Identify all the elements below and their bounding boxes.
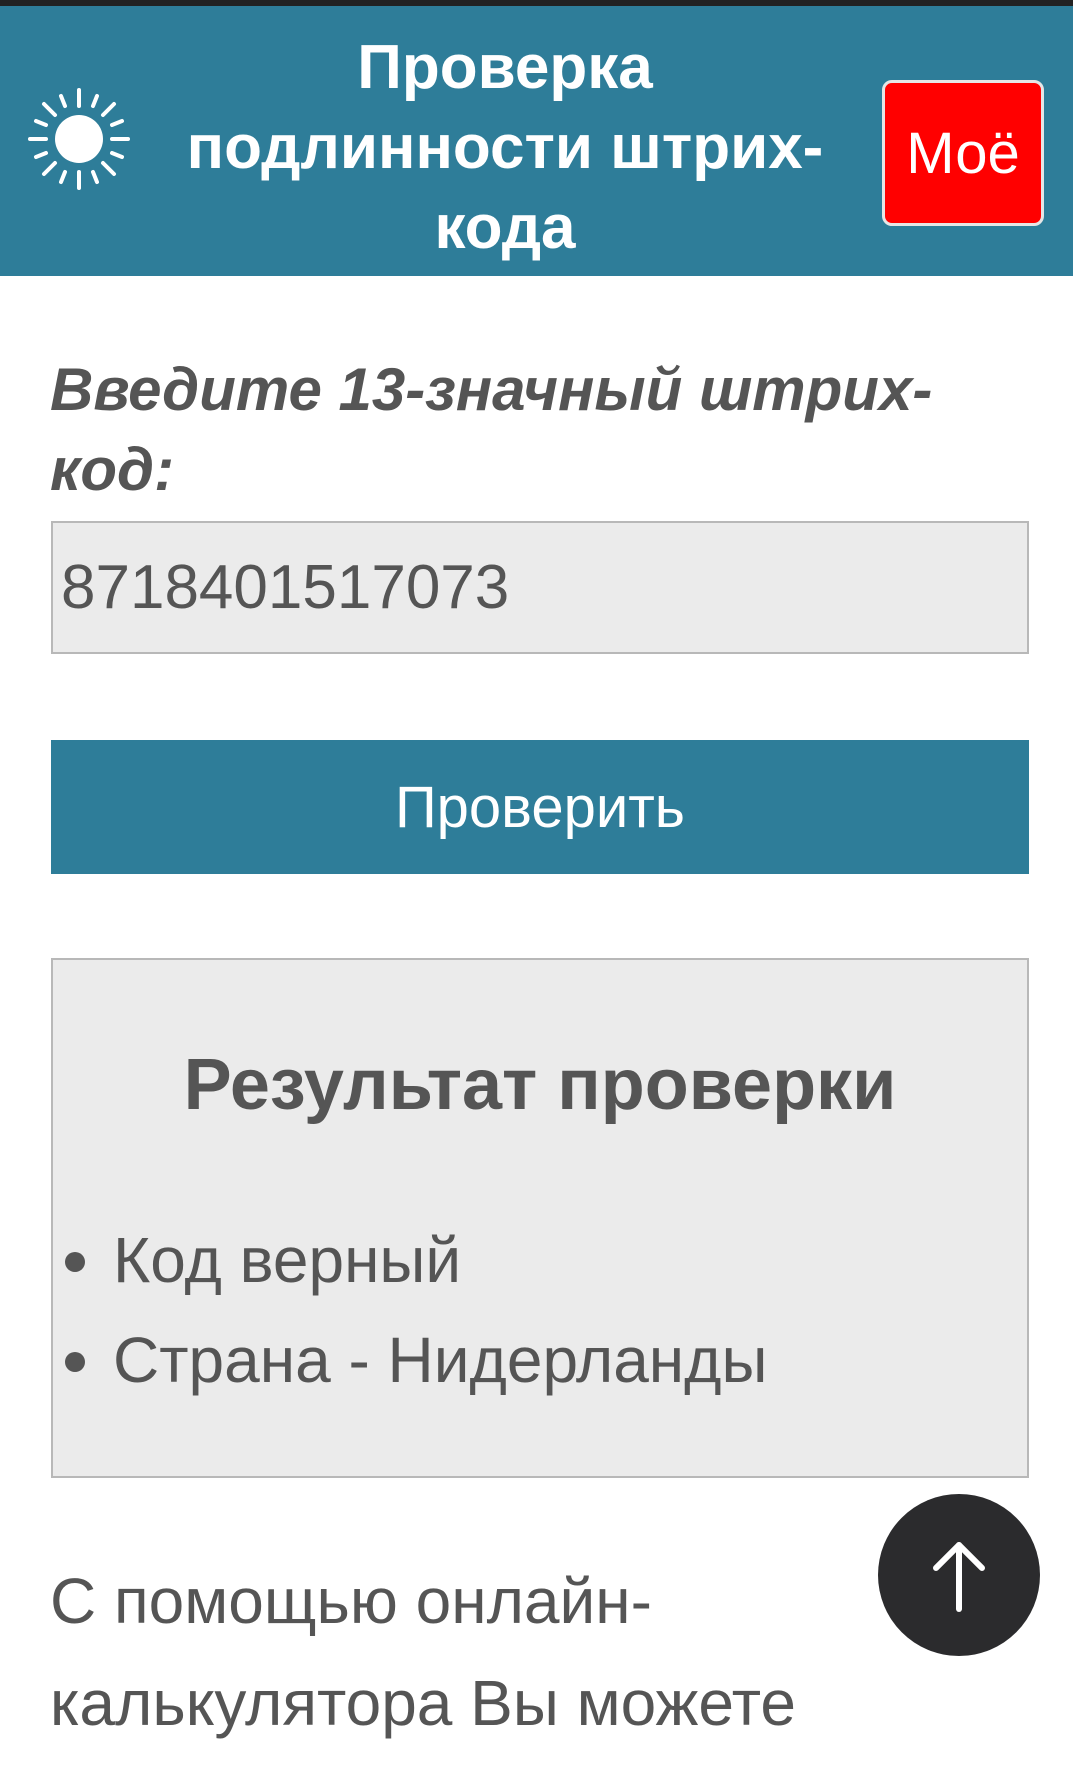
result-panel: Результат проверки Код верный Страна - Н… (51, 958, 1029, 1478)
arrow-up-icon (933, 1542, 985, 1612)
result-item-text: Код верный (113, 1224, 462, 1296)
my-button[interactable]: Моё (882, 80, 1044, 226)
barcode-input[interactable] (51, 521, 1029, 654)
description-text: С помощью онлайн-калькулятора Вы можете (50, 1565, 796, 1739)
bullet-icon (65, 1252, 85, 1272)
result-list: Код верный Страна - Нидерланды (53, 1210, 767, 1410)
page-title: Проверка подлинности штрих-кода (186, 33, 824, 262)
result-item-country: Страна - Нидерланды (53, 1310, 767, 1410)
barcode-prompt-label: Введите 13-значный штрих-код: (50, 356, 933, 503)
result-item-code-valid: Код верный (53, 1210, 767, 1310)
result-item-text: Страна - Нидерланды (113, 1324, 768, 1396)
bullet-icon (65, 1352, 85, 1372)
app-header: Проверка подлинности штрих-кода Моё (0, 6, 1073, 276)
check-button[interactable]: Проверить (51, 740, 1029, 874)
sun-icon[interactable] (24, 84, 134, 194)
scroll-top-button[interactable] (878, 1494, 1040, 1656)
result-title: Результат проверки (183, 1045, 897, 1125)
